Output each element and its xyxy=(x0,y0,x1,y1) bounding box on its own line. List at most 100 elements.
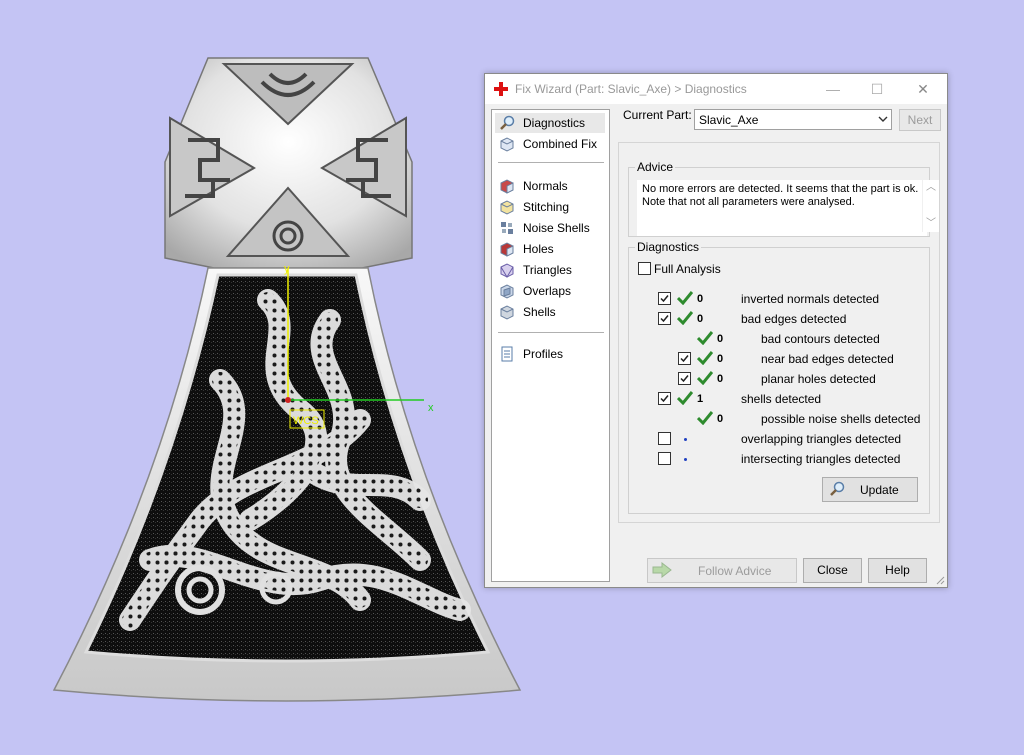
diagnostic-count: 1 xyxy=(697,393,704,405)
nav-item-overlaps[interactable]: Overlaps xyxy=(495,281,605,301)
diagnostic-row: 0 near bad edges detected xyxy=(629,351,927,369)
diagnostic-label: planar holes detected xyxy=(761,372,876,386)
close-window-button[interactable]: ✕ xyxy=(905,78,941,100)
full-analysis-label: Full Analysis xyxy=(654,262,721,276)
nav-item-combined-fix[interactable]: Combined Fix xyxy=(495,134,605,154)
diagnostic-label: inverted normals detected xyxy=(741,292,880,306)
advice-group: Advice No more errors are detected. It s… xyxy=(628,160,939,237)
overlaps-icon xyxy=(500,284,514,299)
nav-item-shells[interactable]: Shells xyxy=(495,302,605,322)
update-label: Update xyxy=(860,483,899,497)
nav-item-stitching[interactable]: Stitching xyxy=(495,197,605,217)
advice-title: Advice xyxy=(635,160,676,174)
title-bar[interactable]: Fix Wizard (Part: Slavic_Axe) > Diagnost… xyxy=(485,74,947,104)
next-button[interactable]: Next xyxy=(899,109,941,131)
diagnostic-label: overlapping triangles detected xyxy=(741,432,902,446)
nav-label: Triangles xyxy=(523,263,572,277)
check-icon xyxy=(677,311,693,325)
scroll-up-icon[interactable]: ︿ xyxy=(926,178,936,193)
holes-cube-icon xyxy=(500,242,514,257)
nav-item-profiles[interactable]: Profiles xyxy=(495,344,605,364)
check-icon xyxy=(697,331,713,345)
advice-text: No more errors are detected. It seems th… xyxy=(637,180,927,236)
diagnostic-row: 1 shells detected xyxy=(629,391,927,409)
nav-item-noise-shells[interactable]: Noise Shells xyxy=(495,218,605,238)
nav-item-triangles[interactable]: Triangles xyxy=(495,260,605,280)
check-icon xyxy=(677,391,693,405)
nav-label: Shells xyxy=(523,305,556,319)
cube-icon xyxy=(500,137,514,152)
nav-label: Normals xyxy=(523,179,568,193)
diagnostic-checkbox[interactable] xyxy=(658,452,671,465)
diagnostics-title: Diagnostics xyxy=(635,240,702,254)
diagnostic-row: 0 planar holes detected xyxy=(629,371,927,389)
diagnostic-row: 0 bad edges detected xyxy=(629,311,927,329)
diagnostic-label: bad edges detected xyxy=(741,312,847,326)
nav-label: Profiles xyxy=(523,347,564,361)
nav-label: Stitching xyxy=(523,200,570,214)
diagnostic-checkbox[interactable] xyxy=(658,432,671,445)
maximize-button[interactable]: ☐ xyxy=(859,78,895,100)
scroll-down-icon[interactable]: ﹀ xyxy=(926,214,936,229)
minimize-button[interactable]: — xyxy=(815,78,851,100)
diagnostic-label: intersecting triangles detected xyxy=(741,452,901,466)
nav-item-normals[interactable]: Normals xyxy=(495,176,605,196)
check-icon xyxy=(697,351,713,365)
wizard-nav: Diagnostics Combined Fix Normals Stitchi… xyxy=(491,109,610,582)
noise-shells-icon xyxy=(501,222,513,234)
diagnostic-count: 0 xyxy=(717,373,724,385)
nav-divider xyxy=(498,162,604,163)
nav-label: Overlaps xyxy=(523,284,572,298)
current-part-select[interactable]: Slavic_Axe xyxy=(694,109,892,130)
y-axis-label: y xyxy=(284,263,290,275)
diagnostic-checkbox[interactable] xyxy=(678,352,691,365)
resize-grip-icon[interactable] xyxy=(935,575,945,585)
shells-icon xyxy=(500,305,514,320)
diagnostic-count: 0 xyxy=(697,293,704,305)
diagnostics-panel: Advice No more errors are detected. It s… xyxy=(618,142,940,523)
current-part-value: Slavic_Axe xyxy=(699,113,759,127)
current-part-label: Current Part: xyxy=(623,108,692,122)
diagnostic-row: 0 inverted normals detected xyxy=(629,291,927,309)
diagnostic-count: 0 xyxy=(717,333,724,345)
nav-item-diagnostics[interactable]: Diagnostics xyxy=(495,113,605,133)
stitching-cube-icon xyxy=(500,200,514,215)
document-icon xyxy=(501,346,513,362)
diagnostic-checkbox[interactable] xyxy=(658,392,671,405)
magnifier-icon xyxy=(500,115,515,130)
chevron-down-icon xyxy=(878,116,888,122)
magnifier-icon xyxy=(830,481,845,496)
nav-item-holes[interactable]: Holes xyxy=(495,239,605,259)
close-button[interactable]: Close xyxy=(803,558,862,583)
check-icon xyxy=(677,291,693,305)
diagnostic-label: near bad edges detected xyxy=(761,352,894,366)
update-button[interactable]: Update xyxy=(822,477,918,502)
check-icon xyxy=(697,411,713,425)
nav-label: Holes xyxy=(523,242,554,256)
advice-scrollbar[interactable]: ︿ ﹀ xyxy=(922,180,939,232)
diagnostics-group: Diagnostics Full Analysis 0 inverted norm… xyxy=(628,240,930,514)
check-icon xyxy=(697,371,713,385)
help-button[interactable]: Help xyxy=(868,558,927,583)
diagnostic-label: shells detected xyxy=(741,392,822,406)
normals-cube-icon xyxy=(500,179,514,194)
fix-wizard-dialog: Fix Wizard (Part: Slavic_Axe) > Diagnost… xyxy=(484,73,948,588)
diagnostic-count: 0 xyxy=(697,313,704,325)
follow-advice-button[interactable]: Follow Advice xyxy=(647,558,797,583)
wcs-label: WCS xyxy=(293,415,319,427)
diagnostic-checkbox[interactable] xyxy=(678,372,691,385)
diagnostic-label: bad contours detected xyxy=(761,332,880,346)
diagnostic-checkbox[interactable] xyxy=(658,292,671,305)
nav-label: Diagnostics xyxy=(523,116,586,130)
diagnostic-count: 0 xyxy=(717,413,724,425)
arrow-right-icon xyxy=(652,562,672,578)
red-cross-icon xyxy=(494,82,508,96)
full-analysis-checkbox[interactable] xyxy=(638,262,651,275)
diagnostic-row: 0 possible noise shells detected xyxy=(629,411,927,429)
status-dot-icon xyxy=(684,458,687,461)
nav-label: Noise Shells xyxy=(523,221,590,235)
diagnostic-checkbox[interactable] xyxy=(658,312,671,325)
nav-divider xyxy=(498,332,604,333)
window-title: Fix Wizard (Part: Slavic_Axe) > Diagnost… xyxy=(515,82,747,96)
diagnostic-row: intersecting triangles detected xyxy=(629,451,927,469)
